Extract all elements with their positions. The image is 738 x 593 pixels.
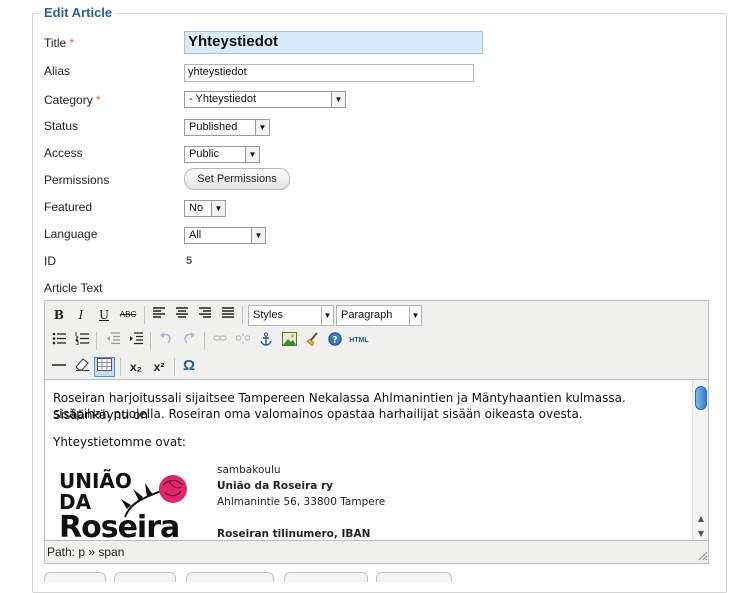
access-label: Access	[44, 146, 83, 160]
special-character-button[interactable]: Ω	[180, 357, 198, 375]
chevron-down-icon: ▼	[251, 228, 265, 243]
align-justify-icon[interactable]	[219, 306, 237, 324]
superscript-button[interactable]: x²	[150, 358, 168, 376]
unlink-icon[interactable]	[234, 332, 252, 350]
footer-button[interactable]	[186, 572, 274, 582]
chevron-down-icon: ▼	[211, 201, 225, 216]
cleanup-icon[interactable]	[303, 332, 321, 350]
footer-button[interactable]	[114, 572, 176, 582]
alias-input[interactable]: yhteystiedot	[184, 64, 474, 82]
link-icon[interactable]	[211, 332, 229, 350]
chevron-down-icon: ▼	[245, 147, 259, 162]
underline-button[interactable]: U	[95, 306, 113, 324]
editor-content-area[interactable]: Roseiran harjoitussali sijaitsee Tampere…	[45, 379, 708, 541]
toolbar-divider	[144, 306, 145, 324]
toolbar-divider	[204, 332, 205, 350]
toolbar-divider	[242, 306, 243, 324]
title-label: Title *	[44, 36, 75, 50]
redo-icon[interactable]	[180, 332, 198, 350]
bold-button[interactable]: B	[50, 306, 68, 324]
paragraph-1-line-2: sisäpihan puolella. Roseiran oma valomai…	[53, 407, 583, 421]
svg-text:?: ?	[332, 336, 337, 346]
horizontal-rule-icon[interactable]	[50, 358, 68, 376]
toolbar-divider	[150, 332, 151, 350]
article-text-label: Article Text	[44, 281, 103, 295]
fieldset-legend: Edit Article	[41, 5, 116, 20]
address-line-4: Roseiran tilinumero, IBAN	[217, 528, 371, 540]
footer-button[interactable]	[376, 572, 452, 582]
status-label: Status	[44, 119, 79, 133]
align-right-icon[interactable]	[196, 306, 214, 324]
paragraph-2: Yhteystietomme ovat:	[53, 435, 186, 449]
language-label: Language	[44, 227, 98, 241]
toolbar-divider	[96, 332, 97, 350]
address-line-2: União da Roseira ry	[217, 480, 334, 492]
chevron-down-icon: ▼	[331, 92, 345, 107]
paragraph-format-select[interactable]: Paragraph ▼	[336, 305, 422, 326]
id-value: 5	[186, 255, 193, 267]
align-left-icon[interactable]	[150, 306, 168, 324]
element-path: Path: p » span	[47, 545, 125, 559]
category-select[interactable]: - Yhteystiedot ▼	[184, 91, 346, 108]
chevron-down-icon: ▼	[409, 306, 421, 325]
title-input[interactable]: Yhteystiedot	[184, 31, 483, 54]
subscript-button[interactable]: x₂	[127, 358, 145, 376]
image-icon[interactable]	[280, 332, 298, 350]
featured-select[interactable]: No ▼	[184, 200, 226, 217]
category-label: Category *	[44, 93, 101, 107]
address-line-1: sambakoulu	[217, 464, 281, 476]
resize-grip-icon[interactable]	[696, 549, 708, 561]
address-line-3: Ahlmanintie 56, 33800 Tampere	[217, 496, 386, 508]
strikethrough-button[interactable]: ABC	[117, 306, 139, 324]
rose-icon	[121, 475, 187, 518]
scrollbar-thumb[interactable]	[695, 386, 707, 410]
remove-format-icon[interactable]	[73, 358, 91, 376]
html-source-button[interactable]: HTML	[347, 332, 371, 350]
status-select[interactable]: Published ▼	[184, 119, 270, 136]
styles-select[interactable]: Styles ▼	[248, 305, 334, 326]
scroll-down-icon[interactable]: ▼	[693, 527, 708, 540]
anchor-icon[interactable]	[257, 332, 275, 350]
permissions-label: Permissions	[44, 173, 110, 187]
set-permissions-button[interactable]: Set Permissions	[184, 168, 290, 190]
id-label: ID	[44, 254, 56, 268]
help-icon[interactable]: ?	[326, 332, 344, 350]
toolbar-divider	[120, 358, 121, 376]
chevron-down-icon: ▼	[255, 120, 269, 135]
access-select[interactable]: Public ▼	[184, 146, 260, 163]
visual-aid-icon[interactable]	[94, 357, 115, 377]
uniao-da-roseira-logo: UNIÃO DA Roseira	[59, 471, 209, 540]
featured-label: Featured	[44, 200, 93, 214]
alias-label: Alias	[44, 64, 71, 78]
undo-icon[interactable]	[157, 332, 175, 350]
bullet-list-icon[interactable]	[50, 332, 68, 350]
footer-button[interactable]	[284, 572, 368, 582]
language-select[interactable]: All ▼	[184, 227, 266, 244]
italic-button[interactable]: I	[72, 306, 90, 324]
indent-icon[interactable]	[127, 332, 145, 350]
numbered-list-icon[interactable]	[73, 332, 91, 350]
outdent-icon[interactable]	[104, 332, 122, 350]
content-scrollbar[interactable]: ▲ ▼	[692, 380, 708, 540]
align-center-icon[interactable]	[173, 306, 191, 324]
toolbar-divider	[174, 358, 175, 376]
chevron-down-icon: ▼	[321, 306, 333, 325]
footer-button[interactable]	[44, 572, 106, 582]
scroll-up-icon[interactable]: ▲	[693, 512, 708, 526]
